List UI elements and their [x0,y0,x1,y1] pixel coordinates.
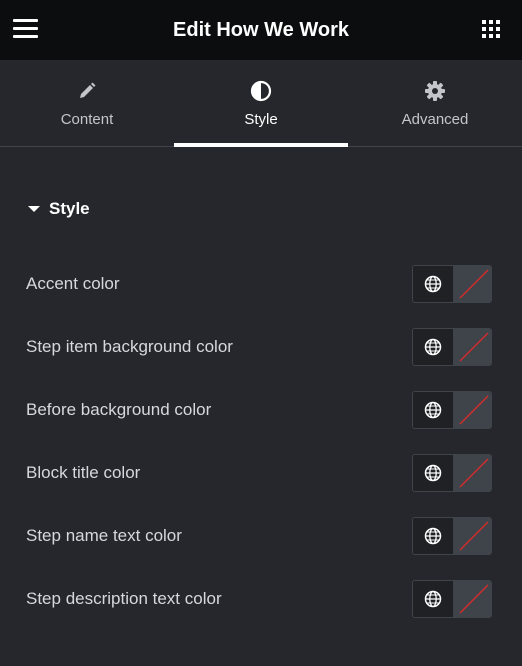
globe-icon[interactable] [413,265,454,302]
globe-icon[interactable] [413,391,454,428]
caret-down-icon [28,206,40,212]
color-swatch[interactable] [454,580,491,617]
gear-icon [424,80,446,102]
globe-icon[interactable] [413,328,454,365]
control-label: Step item background color [26,336,233,356]
tab-content-label: Content [60,111,114,128]
control-row: Step description text color [0,567,522,630]
color-swatch[interactable] [454,391,491,428]
control-label: Step description text color [26,588,222,608]
tab-bar: Content Style Advanced [0,60,522,147]
control-label: Step name text color [26,525,182,545]
control-label: Before background color [26,399,212,419]
color-swatch[interactable] [454,265,491,302]
color-controls-list: Accent color Step item background color … [0,252,522,630]
color-picker-control [412,453,492,492]
tab-advanced-label: Advanced [401,111,469,128]
color-swatch[interactable] [454,454,491,491]
control-row: Accent color [0,252,522,315]
color-picker-control [412,264,492,303]
tab-style-label: Style [244,111,278,128]
section-title: Style [49,199,90,218]
control-label: Block title color [26,462,141,482]
color-swatch[interactable] [454,328,491,365]
panel-header: Edit How We Work [0,0,522,60]
control-label: Accent color [26,273,120,293]
globe-icon[interactable] [413,454,454,491]
hamburger-icon[interactable] [13,19,38,39]
tab-content[interactable]: Content [0,60,174,146]
control-row: Step item background color [0,315,522,378]
tab-advanced[interactable]: Advanced [348,60,522,146]
globe-icon[interactable] [413,517,454,554]
tab-style[interactable]: Style [174,60,348,147]
control-row: Block title color [0,441,522,504]
color-picker-control [412,579,492,618]
color-swatch[interactable] [454,517,491,554]
pencil-icon [77,80,97,102]
color-picker-control [412,390,492,429]
grid-icon[interactable] [482,20,502,40]
page-title: Edit How We Work [173,18,349,41]
section-toggle-style[interactable]: Style [28,199,522,219]
control-row: Step name text color [0,504,522,567]
color-picker-control [412,327,492,366]
globe-icon[interactable] [413,580,454,617]
contrast-icon [250,80,272,102]
control-row: Before background color [0,378,522,441]
color-picker-control [412,516,492,555]
